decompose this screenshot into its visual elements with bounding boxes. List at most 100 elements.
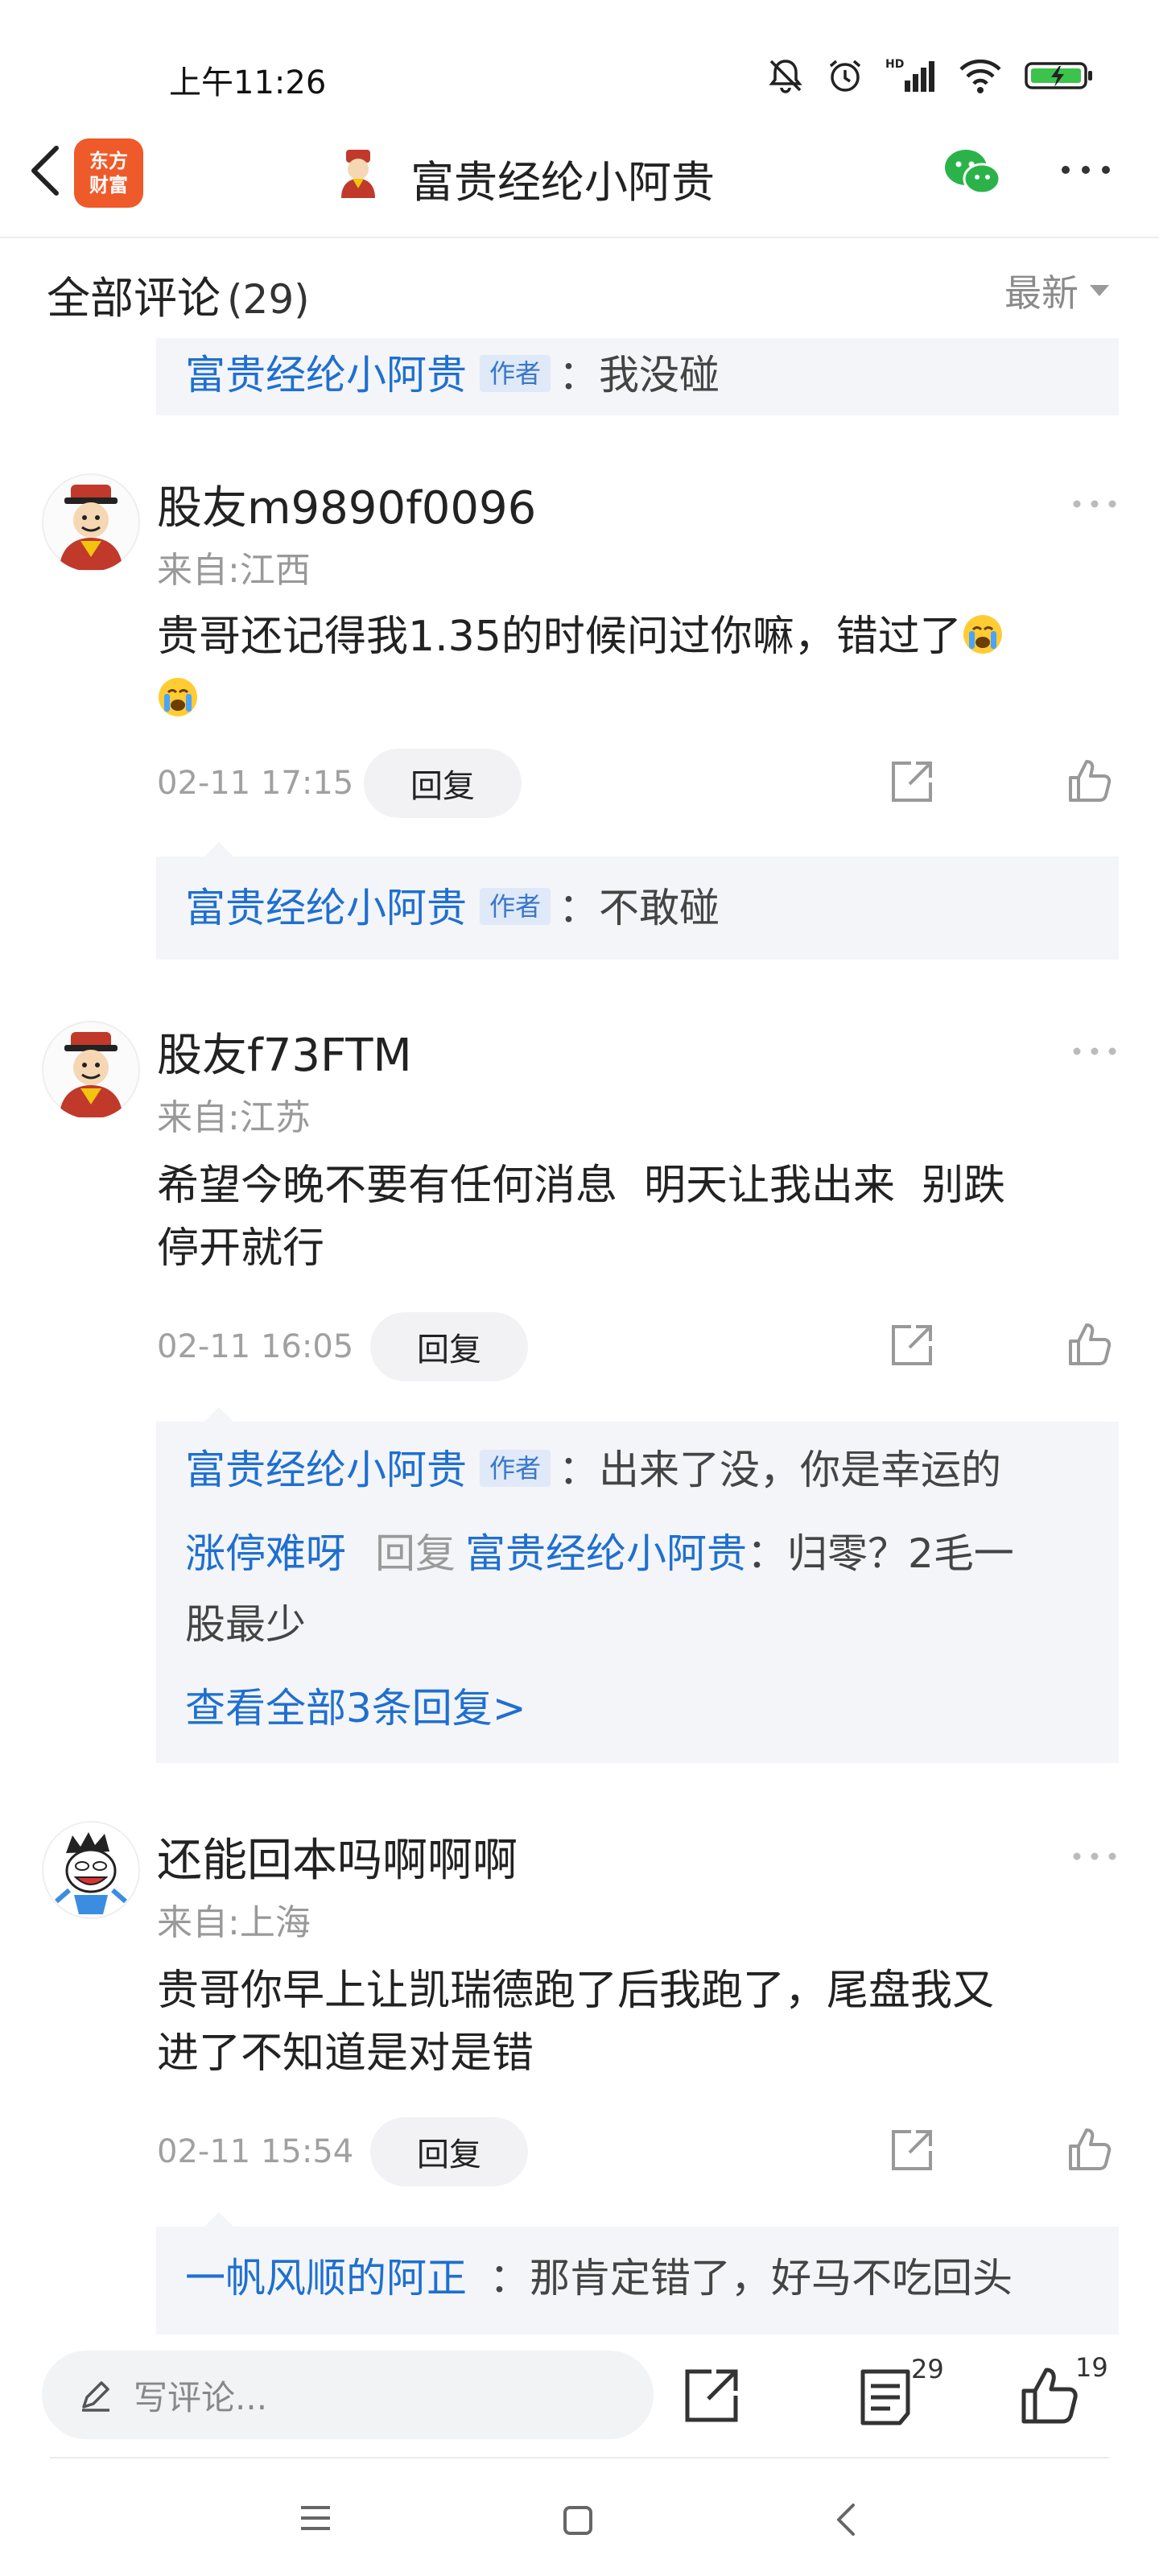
author-tag: 作者 [480,888,551,925]
reply-author-name[interactable]: 富贵经纶小阿贵 [185,1447,467,1493]
comment-more-icon[interactable] [1070,496,1119,512]
more-options-icon[interactable] [1059,158,1112,182]
comment-text-line: 进了不知道是对是错 [157,2029,534,2078]
reply-box-caret [204,2212,233,2227]
reply-box: 富贵经纶小阿贵 作者 ：不敢碰 [156,842,1119,960]
comment-text-line: 停开就行 [157,1224,325,1273]
reply-word: 回复 [375,1530,456,1577]
comment-more-icon[interactable] [1070,1043,1119,1059]
comment-location: 来自:江苏 [157,1097,311,1138]
comment-more-icon[interactable] [1070,1848,1119,1864]
reply-author-name[interactable]: 富贵经纶小阿贵 [185,885,467,931]
svg-text:HD: HD [885,58,904,71]
reply-text: ：归零？2毛一 [747,1530,1014,1577]
comment-time: 02-11 16:05 [157,1328,354,1365]
comment-text: 希望今晚不要有任何消息 明天让我出来 别跌 停开就行 [157,1154,1123,1280]
sort-dropdown[interactable]: 最新 [1004,264,1109,317]
reply-line[interactable]: 富贵经纶小阿贵 作者 ：我没碰 [185,346,720,404]
reply-author-name[interactable]: 富贵经纶小阿贵 [185,352,467,398]
status-icons: HD [766,56,1095,95]
pen-icon [82,2381,109,2412]
header-avatar [336,150,381,198]
triangle-down-icon [1090,285,1109,296]
reply-line[interactable]: 富贵经纶小阿贵 作者 ：出来了没，你是幸运的 [185,1441,1001,1499]
comments-count: (29) [227,276,310,323]
like-thumb-icon[interactable] [1066,1320,1114,1368]
comment-username[interactable]: 股友f73FTM [157,1019,412,1084]
reply-text: ：那肯定错了，好马不吃回头 [489,2255,1013,2301]
crying-emoji-icon [963,615,1002,654]
cartoon-face-avatar-icon [42,1821,140,1919]
crying-emoji-icon [159,678,197,716]
battery-icon [1025,62,1092,89]
reply-box-caret [204,842,233,857]
logo-text-line1: 东方 [89,150,128,172]
comment-location: 来自:江西 [157,550,311,591]
author-tag: 作者 [480,355,551,392]
comment-username[interactable]: 还能回本吗啊啊啊 [157,1824,518,1889]
share-icon[interactable] [681,2365,742,2426]
comments-title-text: 全部评论 [47,273,221,324]
reply-button[interactable]: 回复 [370,2117,528,2186]
comment-text-line: 希望今晚不要有任何消息 明天让我出来 别跌 [157,1162,1006,1210]
reply-target-name[interactable]: 富贵经纶小阿贵 [465,1530,747,1577]
reply-author-name[interactable]: 涨停难呀 [185,1530,346,1577]
status-time: 上午11:26 [169,64,327,101]
reply-text-continued: 股最少 [185,1601,306,1648]
sort-label: 最新 [1004,271,1079,315]
write-comment-placeholder: 写评论... [134,2377,268,2417]
comment-location: 来自:上海 [157,1902,311,1943]
like-thumb-icon[interactable] [1066,2125,1114,2174]
like-thumb-icon[interactable] [1019,2365,1080,2426]
nav-back-icon[interactable] [834,2502,858,2537]
comment-count-badge: 29 [911,2354,944,2384]
share-icon[interactable] [887,1322,935,1370]
back-arrow-icon[interactable] [21,138,69,203]
fortune-god-avatar-icon [42,1021,140,1119]
reply-line[interactable]: 富贵经纶小阿贵 作者 ：不敢碰 [185,879,720,937]
comment-text: 贵哥你早上让凯瑞德跑了后我跑了，尾盘我又 进了不知道是对是错 [157,1959,1123,2085]
comment-text-line: 贵哥你早上让凯瑞德跑了后我跑了，尾盘我又 [157,1967,995,2015]
app-logo[interactable]: 东方 财富 [74,138,143,208]
mute-icon [769,60,802,93]
author-tag: 作者 [480,1450,551,1487]
view-all-replies-link[interactable]: 查看全部3条回复> [185,1679,526,1737]
bottom-divider [50,2457,1109,2458]
alarm-icon [829,60,861,92]
avatar[interactable] [42,1821,140,1919]
write-comment-input[interactable]: 写评论... [42,2351,654,2439]
reply-text: ：不敢碰 [559,885,720,931]
reply-line[interactable]: 一帆风顺的阿正 ：那肯定错了，好马不吃回头 [185,2249,1013,2307]
reply-button[interactable]: 回复 [364,749,522,818]
reply-text: ：出来了没，你是幸运的 [559,1447,1002,1493]
page-title: 富贵经纶小阿贵 [410,157,715,208]
comment-time: 02-11 15:54 [157,2133,354,2170]
reply-text: ：我没碰 [559,352,720,398]
avatar[interactable] [42,1021,140,1119]
share-icon[interactable] [887,2127,935,2175]
header-divider [0,237,1159,238]
like-thumb-icon[interactable] [1066,757,1114,805]
reply-box: 富贵经纶小阿贵 作者 ：出来了没，你是幸运的 涨停难呀 回复 富贵经纶小阿贵：归零？2毛… [156,1407,1119,1763]
comment-list-icon[interactable] [855,2367,916,2428]
comment-username[interactable]: 股友m9890f0096 [157,472,536,537]
wechat-icon[interactable] [942,145,1003,200]
reply-box-caret [204,1407,233,1422]
comment-text-line: 贵哥还记得我1.35的时候问过你嘛，错过了 [157,613,962,661]
avatar[interactable] [42,473,140,572]
signal-icon: HD [885,58,934,92]
home-icon[interactable] [562,2505,594,2536]
reply-box: 富贵经纶小阿贵 作者 ：我没碰 [156,338,1119,415]
share-icon[interactable] [887,758,935,807]
logo-text-line2: 财富 [89,174,128,196]
menu-icon[interactable] [298,2504,333,2533]
reply-line[interactable]: 涨停难呀 回复 富贵经纶小阿贵：归零？2毛一 [185,1525,1014,1583]
fortune-god-avatar-icon [42,473,140,572]
comment-text: 贵哥还记得我1.35的时候问过你嘛，错过了 [157,605,1123,731]
reply-button[interactable]: 回复 [370,1312,528,1381]
comments-title: 全部评论 (29) [47,262,310,326]
reply-author-name[interactable]: 一帆风顺的阿正 [185,2255,467,2301]
like-count-badge: 19 [1075,2352,1108,2383]
comment-time: 02-11 17:15 [157,765,354,802]
wifi-icon [959,59,1001,93]
